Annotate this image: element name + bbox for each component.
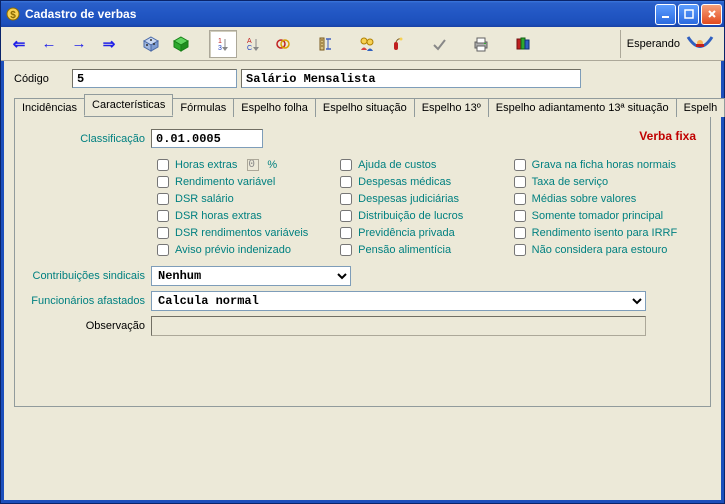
nav-prev-button[interactable]: ← [35,30,63,58]
tab-espelho-13[interactable]: Espelho 13º [414,98,489,117]
people-icon[interactable] [353,30,381,58]
classificacao-label: Classificação [29,133,151,145]
tab-formulas[interactable]: Fórmulas [172,98,234,117]
svg-text:1: 1 [218,38,222,45]
chk-dsr-rendimentos[interactable]: DSR rendimentos variáveis [157,227,320,239]
tab-strip: Incidências Características Fórmulas Esp… [14,94,711,117]
books-icon[interactable] [509,30,537,58]
chk-horas-extras[interactable]: Horas extras% [157,159,320,171]
contribuicoes-label: Contribuições sindicais [29,270,151,282]
ruler-icon[interactable] [311,30,339,58]
chk-grava-ficha[interactable]: Grava na ficha horas normais [514,159,696,171]
chk-taxa-servico[interactable]: Taxa de serviço [514,176,696,188]
nome-input[interactable] [241,69,581,88]
svg-text:3: 3 [218,45,222,52]
svg-text:C: C [247,45,252,52]
nav-first-button[interactable]: ⇐ [5,30,33,58]
codigo-label: Código [14,73,66,85]
chk-dsr-horas-extras[interactable]: DSR horas extras [157,210,320,222]
hammock-icon [686,34,714,54]
funcionarios-label: Funcionários afastados [29,295,151,307]
chk-rendimento-variavel[interactable]: Rendimento variável [157,176,320,188]
contribuicoes-select[interactable]: Nenhum [151,266,351,286]
chk-dsr-salario[interactable]: DSR salário [157,193,320,205]
cube-green-icon[interactable] [167,30,195,58]
chk-pensao-alimenticia[interactable]: Pensão alimentícia [340,244,494,256]
close-button[interactable] [701,4,722,25]
minimize-button[interactable] [655,4,676,25]
tab-caracteristicas[interactable]: Características [84,94,173,116]
window-frame: $ Cadastro de verbas ⇐ ← → ⇒ 13 [0,0,725,504]
maximize-button[interactable] [678,4,699,25]
toolbar-status: Esperando [627,38,680,50]
funcionarios-select[interactable]: Calcula normal [151,291,646,311]
dice-icon[interactable] [137,30,165,58]
nav-last-button[interactable]: ⇒ [95,30,123,58]
tab-espelho-folha[interactable]: Espelho folha [233,98,316,117]
observacao-label: Observação [29,320,151,332]
tab-panel-caracteristicas: Classificação Verba fixa Horas extras% R… [14,117,711,407]
observacao-input[interactable] [151,316,646,336]
check-icon[interactable] [425,30,453,58]
dynamite-icon[interactable] [383,30,411,58]
tab-espelho-situacao[interactable]: Espelho situação [315,98,415,117]
verba-fixa-badge: Verba fixa [639,129,696,143]
chk-previdencia-privada[interactable]: Previdência privada [340,227,494,239]
window-title: Cadastro de verbas [25,7,655,21]
sort-numeric-button[interactable]: 13 [209,30,237,58]
chk-despesas-judiciarias[interactable]: Despesas judiciárias [340,193,494,205]
tab-espelho-adiantamento[interactable]: Espelho adiantamento 13ª situação [488,98,677,117]
svg-text:$: $ [10,10,16,21]
codigo-input[interactable] [72,69,237,88]
titlebar: $ Cadastro de verbas [1,1,724,27]
printer-icon[interactable] [467,30,495,58]
sort-alpha-button[interactable]: AC [239,30,267,58]
pct-sign: % [267,159,277,171]
nav-next-button[interactable]: → [65,30,93,58]
toolbar: ⇐ ← → ⇒ 13 AC [1,27,724,61]
chk-aviso-previo[interactable]: Aviso prévio indenizado [157,244,320,256]
checkbox-grid: Horas extras% Rendimento variável DSR sa… [157,159,696,256]
tab-incidencias[interactable]: Incidências [14,98,85,117]
chk-distribuicao-lucros[interactable]: Distribuição de lucros [340,210,494,222]
chk-medias-valores[interactable]: Médias sobre valores [514,193,696,205]
chk-rendimento-isento[interactable]: Rendimento isento para IRRF [514,227,696,239]
app-icon: $ [5,6,21,22]
content-area: Código Incidências Características Fórmu… [1,61,724,503]
svg-text:A: A [247,38,252,45]
horas-pct-input [247,159,259,171]
chk-ajuda-custos[interactable]: Ajuda de custos [340,159,494,171]
tab-overflow[interactable]: Espelh [676,98,725,117]
chk-despesas-medicas[interactable]: Despesas médicas [340,176,494,188]
loop-icon[interactable] [269,30,297,58]
chk-somente-tomador[interactable]: Somente tomador principal [514,210,696,222]
classificacao-input[interactable] [151,129,263,148]
chk-nao-considera-estouro[interactable]: Não considera para estouro [514,244,696,256]
